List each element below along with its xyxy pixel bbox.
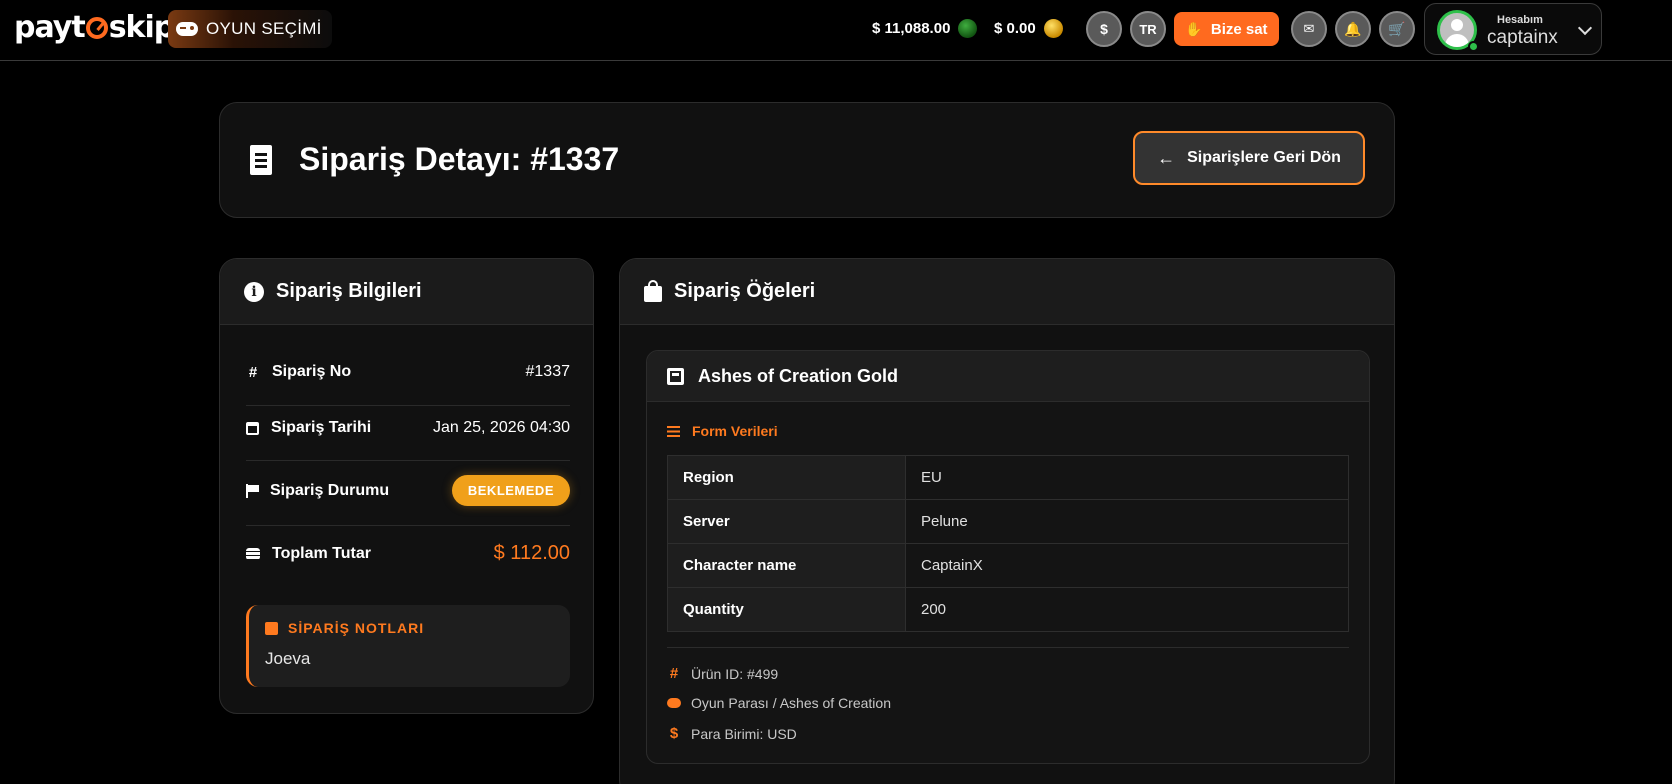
back-to-orders-button[interactable]: ← Siparişlere Geri Dön bbox=[1133, 131, 1365, 185]
order-no-row: # Sipariş No #1337 bbox=[246, 363, 570, 381]
language-label: TR bbox=[1139, 21, 1157, 37]
envelope-icon: ✉ bbox=[1303, 21, 1315, 36]
form-data-title: Form Verileri bbox=[692, 423, 778, 439]
hand-coin-icon: ✋ bbox=[1185, 20, 1203, 37]
account-menu[interactable]: Hesabım captainx bbox=[1424, 3, 1602, 55]
order-item-title: Ashes of Creation Gold bbox=[698, 365, 899, 386]
order-date-row: Sipariş Tarihi Jan 25, 2026 04:30 bbox=[246, 419, 570, 437]
divider bbox=[246, 405, 570, 406]
list-icon bbox=[667, 425, 680, 437]
table-row: Region EU bbox=[667, 455, 1349, 500]
table-row: Server Pelune bbox=[667, 499, 1349, 544]
logo-clock-icon bbox=[85, 17, 108, 39]
order-no-label: Sipariş No bbox=[272, 363, 352, 380]
gamepad-icon bbox=[176, 22, 198, 36]
order-item: Ashes of Creation Gold Form Verileri Reg… bbox=[646, 350, 1370, 764]
order-notes-title: SİPARİŞ NOTLARI bbox=[288, 620, 425, 636]
table-cell-value: Pelune bbox=[905, 499, 1349, 544]
logo-text-left: payt bbox=[14, 10, 86, 45]
game-select-label: OYUN SEÇİMİ bbox=[206, 19, 322, 38]
order-no-value: #1337 bbox=[525, 363, 571, 380]
dollar-icon: $ bbox=[1100, 21, 1108, 37]
order-items-card: Sipariş Öğeleri Ashes of Creation Gold F… bbox=[619, 258, 1395, 784]
box-icon bbox=[667, 367, 684, 385]
chevron-down-icon[interactable] bbox=[1577, 20, 1593, 36]
sell-to-us-button[interactable]: ✋ Bize sat bbox=[1174, 12, 1279, 46]
table-cell-key: Server bbox=[667, 499, 906, 544]
cart-button[interactable]: 🛒 bbox=[1379, 11, 1415, 47]
category-line: Oyun Parası / Ashes of Creation bbox=[667, 695, 891, 711]
order-total-row: Toplam Tutar $ 112.00 bbox=[246, 542, 570, 565]
site-logo[interactable]: payt skip bbox=[14, 10, 176, 45]
back-button-label: Siparişlere Geri Dön bbox=[1187, 149, 1341, 166]
order-items-header: Sipariş Öğeleri bbox=[620, 259, 1394, 325]
balance-primary[interactable]: $ 11,088.00 bbox=[872, 19, 978, 38]
arrow-left-icon: ← bbox=[1157, 147, 1176, 168]
top-navbar: payt skip OYUN SEÇİMİ $ 11,088.00 $ 0.00 … bbox=[0, 0, 1672, 61]
balance-primary-amount: $ 11,088.00 bbox=[872, 20, 951, 37]
order-title-card: Sipariş Detayı: #1337 ← Siparişlere Geri… bbox=[219, 102, 1395, 218]
table-cell-value: 200 bbox=[905, 587, 1349, 632]
table-row: Quantity 200 bbox=[667, 587, 1349, 632]
order-info-header: i Sipariş Bilgileri bbox=[220, 259, 593, 325]
order-notes-box: SİPARİŞ NOTLARI Joeva bbox=[246, 605, 570, 687]
currency-text: Para Birimi: USD bbox=[691, 725, 797, 742]
divider bbox=[667, 647, 1349, 648]
order-notes-text: Joeva bbox=[265, 649, 311, 668]
order-status-label: Sipariş Durumu bbox=[270, 481, 390, 499]
cart-icon: 🛒 bbox=[1388, 20, 1406, 37]
order-info-title: Sipariş Bilgileri bbox=[276, 280, 422, 302]
currency-line: $ Para Birimi: USD bbox=[667, 725, 797, 742]
hash-icon: # bbox=[669, 665, 679, 682]
green-coin-icon bbox=[958, 19, 978, 38]
logo-text-right: skip bbox=[108, 10, 176, 45]
gamepad-icon bbox=[667, 698, 681, 708]
category-text: Oyun Parası / Ashes of Creation bbox=[691, 695, 891, 711]
messages-button[interactable]: ✉ bbox=[1291, 11, 1327, 47]
form-data-heading: Form Verileri bbox=[667, 423, 778, 439]
table-cell-key: Character name bbox=[667, 543, 906, 588]
account-label: Hesabım bbox=[1497, 14, 1543, 26]
balance-secondary-amount: $ 0.00 bbox=[994, 20, 1036, 37]
notifications-button[interactable]: 🔔 bbox=[1335, 11, 1371, 47]
order-info-card: i Sipariş Bilgileri # Sipariş No #1337 Si… bbox=[219, 258, 594, 714]
status-badge: BEKLEMEDE bbox=[451, 475, 570, 506]
coins-icon bbox=[246, 547, 260, 560]
order-item-header: Ashes of Creation Gold bbox=[647, 351, 1369, 402]
sell-button-label: Bize sat bbox=[1210, 20, 1268, 38]
divider bbox=[246, 525, 570, 526]
receipt-icon bbox=[250, 145, 272, 175]
order-items-title: Sipariş Öğeleri bbox=[674, 280, 816, 302]
order-date-label: Sipariş Tarihi bbox=[271, 419, 372, 436]
table-row: Character name CaptainX bbox=[667, 543, 1349, 588]
game-select-button[interactable]: OYUN SEÇİMİ bbox=[168, 10, 332, 48]
order-total-label: Toplam Tutar bbox=[272, 544, 371, 562]
calendar-icon bbox=[246, 421, 259, 435]
dollar-icon: $ bbox=[669, 725, 679, 742]
info-icon: i bbox=[244, 281, 264, 302]
table-cell-key: Region bbox=[667, 455, 906, 500]
page-title: Sipariş Detayı: #1337 bbox=[299, 141, 620, 177]
order-status-row: Sipariş Durumu BEKLEMEDE bbox=[246, 475, 570, 506]
order-date-value: Jan 25, 2026 04:30 bbox=[432, 419, 570, 436]
sticky-note-icon bbox=[265, 621, 278, 635]
form-data-table: Region EU Server Pelune Character name C… bbox=[667, 455, 1349, 632]
product-id-line: # Ürün ID: #499 bbox=[667, 665, 778, 682]
divider bbox=[246, 460, 570, 461]
table-cell-value: EU bbox=[905, 455, 1349, 500]
hash-icon: # bbox=[248, 363, 258, 381]
gold-coin-icon bbox=[1043, 19, 1063, 38]
flag-icon bbox=[246, 483, 259, 498]
product-id-text: Ürün ID: #499 bbox=[691, 665, 779, 682]
username: captainx bbox=[1487, 27, 1558, 48]
currency-button[interactable]: $ bbox=[1086, 11, 1122, 47]
table-cell-key: Quantity bbox=[667, 587, 906, 632]
order-total-value: $ 112.00 bbox=[493, 542, 570, 564]
shopping-bag-icon bbox=[644, 279, 662, 302]
bell-icon: 🔔 bbox=[1344, 20, 1362, 37]
table-cell-value: CaptainX bbox=[905, 543, 1349, 588]
language-button[interactable]: TR bbox=[1130, 11, 1166, 47]
online-status-dot bbox=[1468, 41, 1479, 52]
balance-secondary[interactable]: $ 0.00 bbox=[994, 19, 1063, 38]
